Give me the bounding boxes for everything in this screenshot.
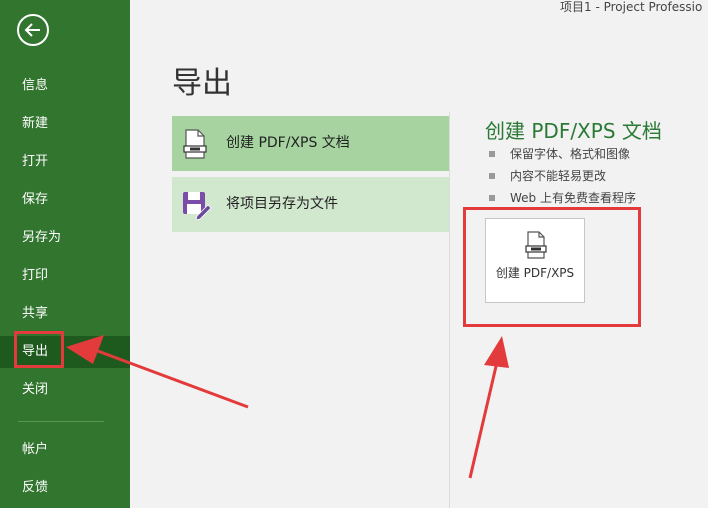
annotation-arrow-icon: [468, 336, 509, 479]
annotation-arrow-icon: [66, 335, 249, 409]
annotation-arrows: [66, 335, 509, 479]
